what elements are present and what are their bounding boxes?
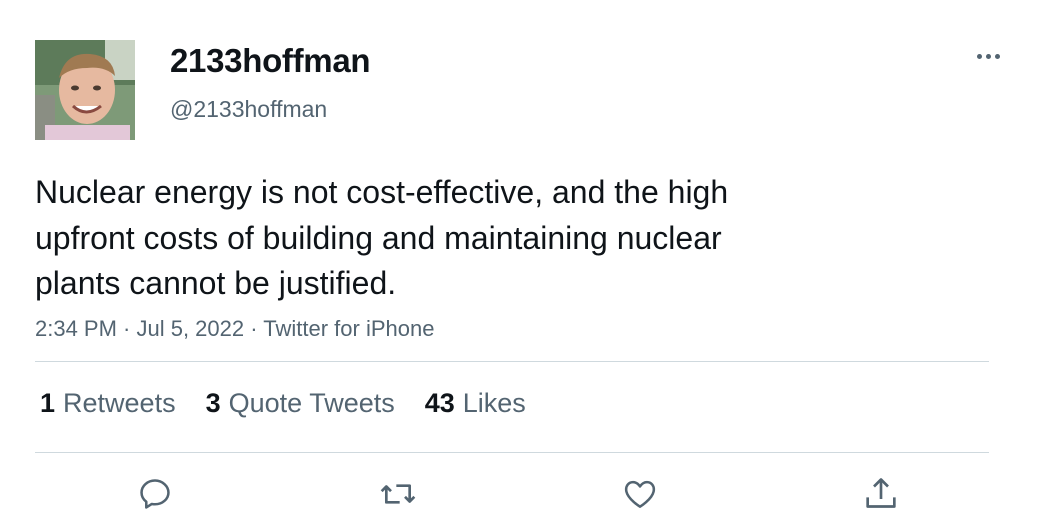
avatar-photo	[35, 40, 135, 140]
likes-count: 43	[424, 388, 455, 418]
quote-tweets-stat[interactable]: 3 Quote Tweets	[206, 388, 395, 419]
divider	[35, 452, 989, 453]
more-dot	[994, 53, 1000, 59]
likes-stat[interactable]: 43 Likes	[425, 388, 526, 419]
likes-label: Likes	[462, 388, 526, 418]
more-options-icon[interactable]	[970, 46, 1006, 66]
tweet-text-line: upfront costs of building and maintainin…	[35, 219, 722, 256]
quote-tweets-count: 3	[205, 388, 221, 418]
tweet-card: 2133hoffman @2133hoffman Nuclear energy …	[0, 0, 1050, 525]
share-icon	[866, 478, 896, 508]
avatar[interactable]	[35, 40, 135, 140]
reply-icon	[140, 479, 170, 509]
retweets-count: 1	[40, 388, 56, 418]
more-dot	[985, 53, 991, 59]
reply-button[interactable]	[135, 474, 175, 514]
quote-tweets-label: Quote Tweets	[228, 388, 395, 418]
user-handle[interactable]: @2133hoffman	[170, 96, 327, 123]
retweet-button[interactable]	[378, 474, 418, 514]
like-button[interactable]	[620, 474, 660, 514]
share-button[interactable]	[861, 474, 901, 514]
retweets-stat[interactable]: 1 Retweets	[40, 388, 176, 419]
retweets-label: Retweets	[63, 388, 176, 418]
retweet-icon	[380, 484, 416, 504]
display-name[interactable]: 2133hoffman	[170, 42, 371, 80]
tweet-text-line: Nuclear energy is not cost-effective, an…	[35, 174, 729, 210]
action-bar	[0, 474, 1050, 514]
engagement-stats: 1 Retweets 3 Quote Tweets 43 Likes	[40, 388, 526, 419]
heart-icon	[624, 480, 656, 508]
tweet-text-line: plants cannot be justified.	[35, 265, 397, 301]
divider	[35, 361, 989, 362]
tweet-timestamp[interactable]: 2:34 PM · Jul 5, 2022 · Twitter for iPho…	[35, 316, 434, 342]
more-dot	[976, 53, 982, 59]
tweet-text: Nuclear energy is not cost-effective, an…	[35, 170, 835, 307]
